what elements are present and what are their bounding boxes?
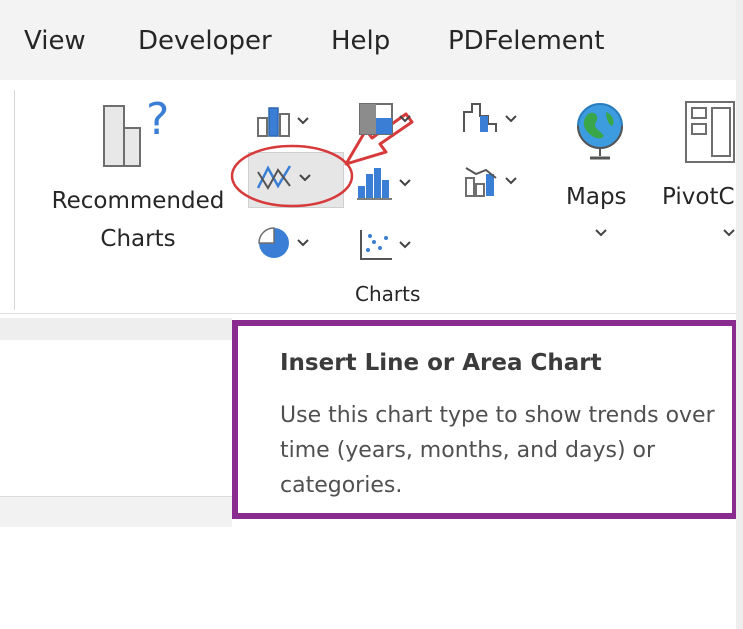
pivotchart-label: PivotC	[662, 184, 735, 210]
recommended-charts-label-line1: Recommended	[51, 188, 225, 214]
chevron-down-icon	[399, 115, 411, 123]
charts-group-label: Charts	[355, 282, 421, 306]
chevron-down-icon	[505, 177, 517, 185]
scatter-chart-icon	[360, 230, 392, 260]
insert-combo-chart-button[interactable]	[462, 164, 518, 198]
chevron-down-icon	[505, 115, 517, 123]
insert-column-chart-button[interactable]	[256, 104, 310, 138]
combo-chart-icon	[465, 167, 497, 197]
svg-text:?: ?	[146, 94, 169, 145]
insert-waterfall-chart-button[interactable]	[462, 102, 518, 136]
column-chart-icon	[257, 107, 290, 137]
tooltip-description: Use this chart type to show trends over …	[280, 403, 715, 498]
menu-help[interactable]: Help	[331, 26, 390, 56]
sheet-column-header-strip	[0, 318, 232, 340]
histogram-chart-icon	[357, 168, 392, 200]
insert-statistic-chart-button[interactable]	[356, 166, 412, 200]
chevron-down-icon	[297, 239, 309, 247]
chevron-down-icon	[595, 229, 607, 237]
recommended-charts-icon: ?	[103, 94, 169, 167]
chevron-down-icon	[297, 117, 309, 125]
menu-pdfelement[interactable]: PDFelement	[448, 26, 604, 56]
menu-view[interactable]: View	[24, 26, 86, 56]
maps-label: Maps	[566, 184, 627, 210]
recommended-charts-label: Recommended Charts	[30, 182, 246, 258]
pie-chart-icon	[258, 227, 289, 258]
chevron-down-icon	[723, 229, 735, 237]
chevron-down-icon	[399, 241, 411, 249]
ribbon-left-divider	[14, 90, 15, 310]
globe-icon	[577, 103, 623, 160]
tooltip-title: Insert Line or Area Chart	[280, 350, 602, 376]
insert-scatter-chart-button[interactable]	[358, 228, 412, 262]
sheet-row-strip	[0, 496, 232, 527]
insert-hierarchy-chart-button[interactable]	[358, 102, 412, 136]
menu-bar: View Developer Help PDFelement	[0, 0, 743, 80]
insert-pie-chart-button[interactable]	[256, 226, 310, 260]
tooltip-insert-line-area-chart: Insert Line or Area Chart Use this chart…	[232, 320, 738, 519]
recommended-charts-label-line2: Charts	[100, 226, 176, 252]
pivotchart-icon	[685, 101, 735, 163]
menu-developer[interactable]: Developer	[138, 26, 272, 56]
chevron-down-icon	[399, 179, 411, 187]
waterfall-chart-icon	[463, 103, 497, 132]
treemap-chart-icon	[359, 103, 393, 135]
window-right-edge	[736, 0, 743, 629]
